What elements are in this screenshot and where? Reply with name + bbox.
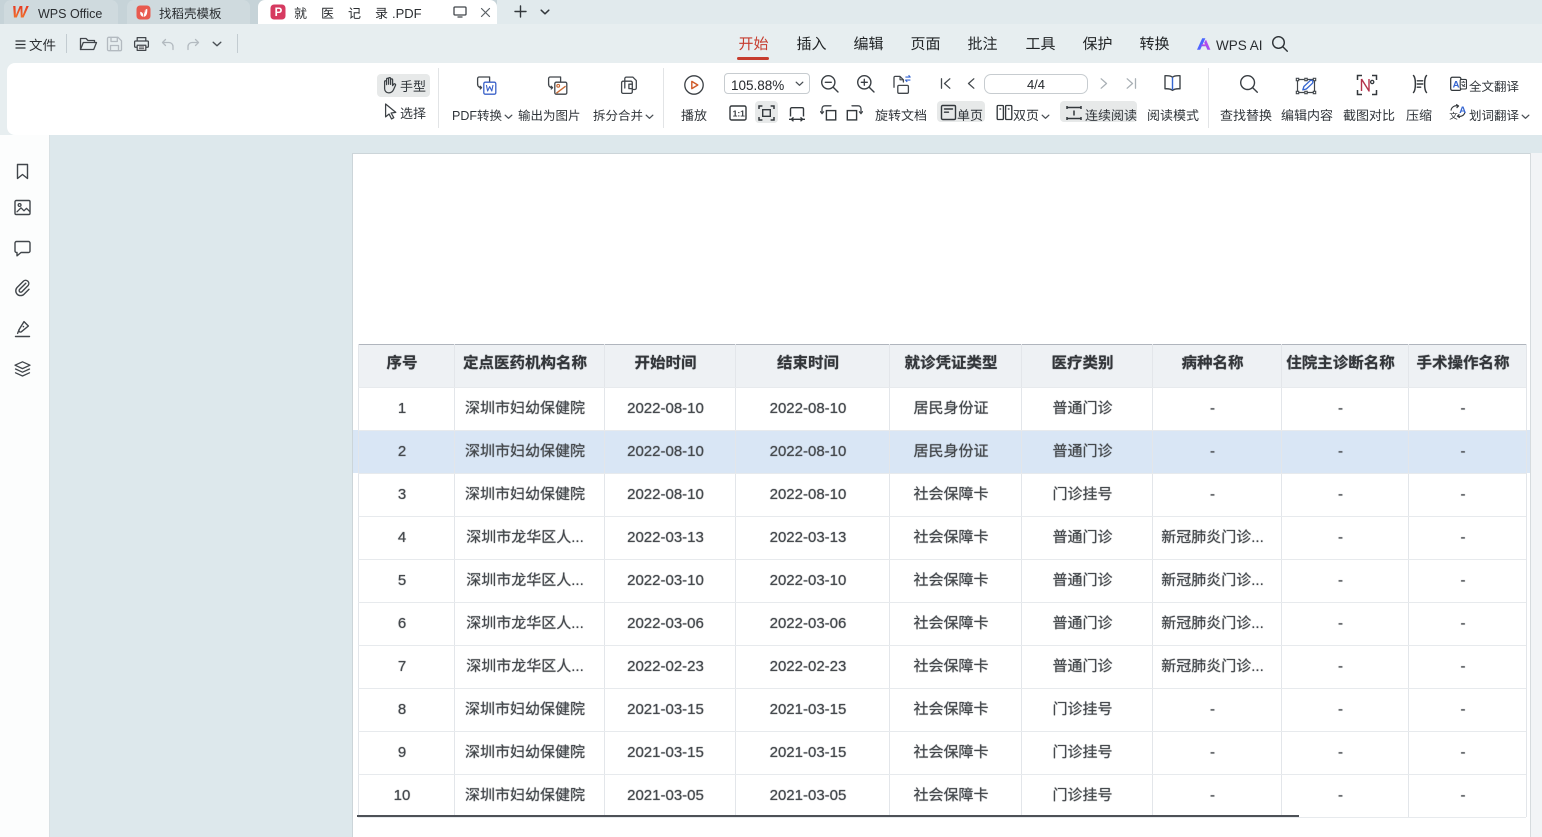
svg-text:W: W (13, 4, 29, 20)
svg-text:1:1: 1:1 (733, 109, 746, 119)
svg-text:P: P (275, 7, 283, 19)
svg-text:A: A (1453, 79, 1460, 90)
svg-text:A: A (1459, 105, 1466, 116)
svg-text:文: 文 (1449, 110, 1458, 120)
